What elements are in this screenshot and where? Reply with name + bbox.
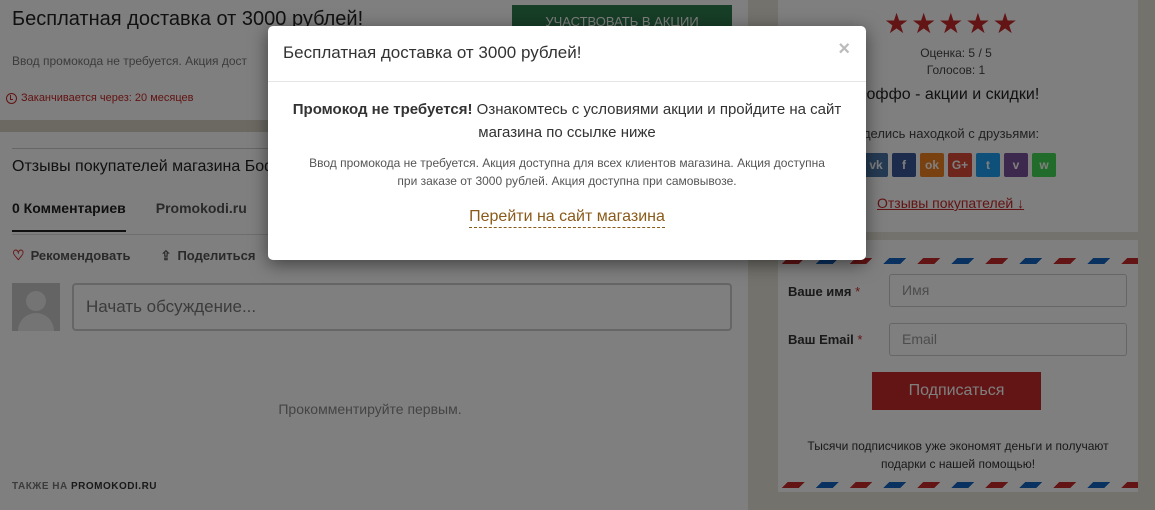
modal-lead-text: Ознакомтесь с условиями акции и пройдите… — [472, 101, 842, 141]
modal-header: Бесплатная доставка от 3000 рублей! × — [268, 26, 866, 82]
modal-lead-bold: Промокод не требуется! — [292, 101, 473, 118]
modal-title: Бесплатная доставка от 3000 рублей! — [283, 43, 582, 62]
close-icon[interactable]: × — [838, 38, 850, 61]
offer-modal: Бесплатная доставка от 3000 рублей! × Пр… — [268, 26, 866, 260]
modal-link-row: Перейти на сайт магазина — [268, 208, 866, 228]
modal-terms: Ввод промокода не требуется. Акция досту… — [309, 156, 825, 188]
modal-lead: Промокод не требуется! Ознакомтесь с усл… — [283, 98, 851, 144]
go-to-shop-link[interactable]: Перейти на сайт магазина — [469, 208, 665, 228]
